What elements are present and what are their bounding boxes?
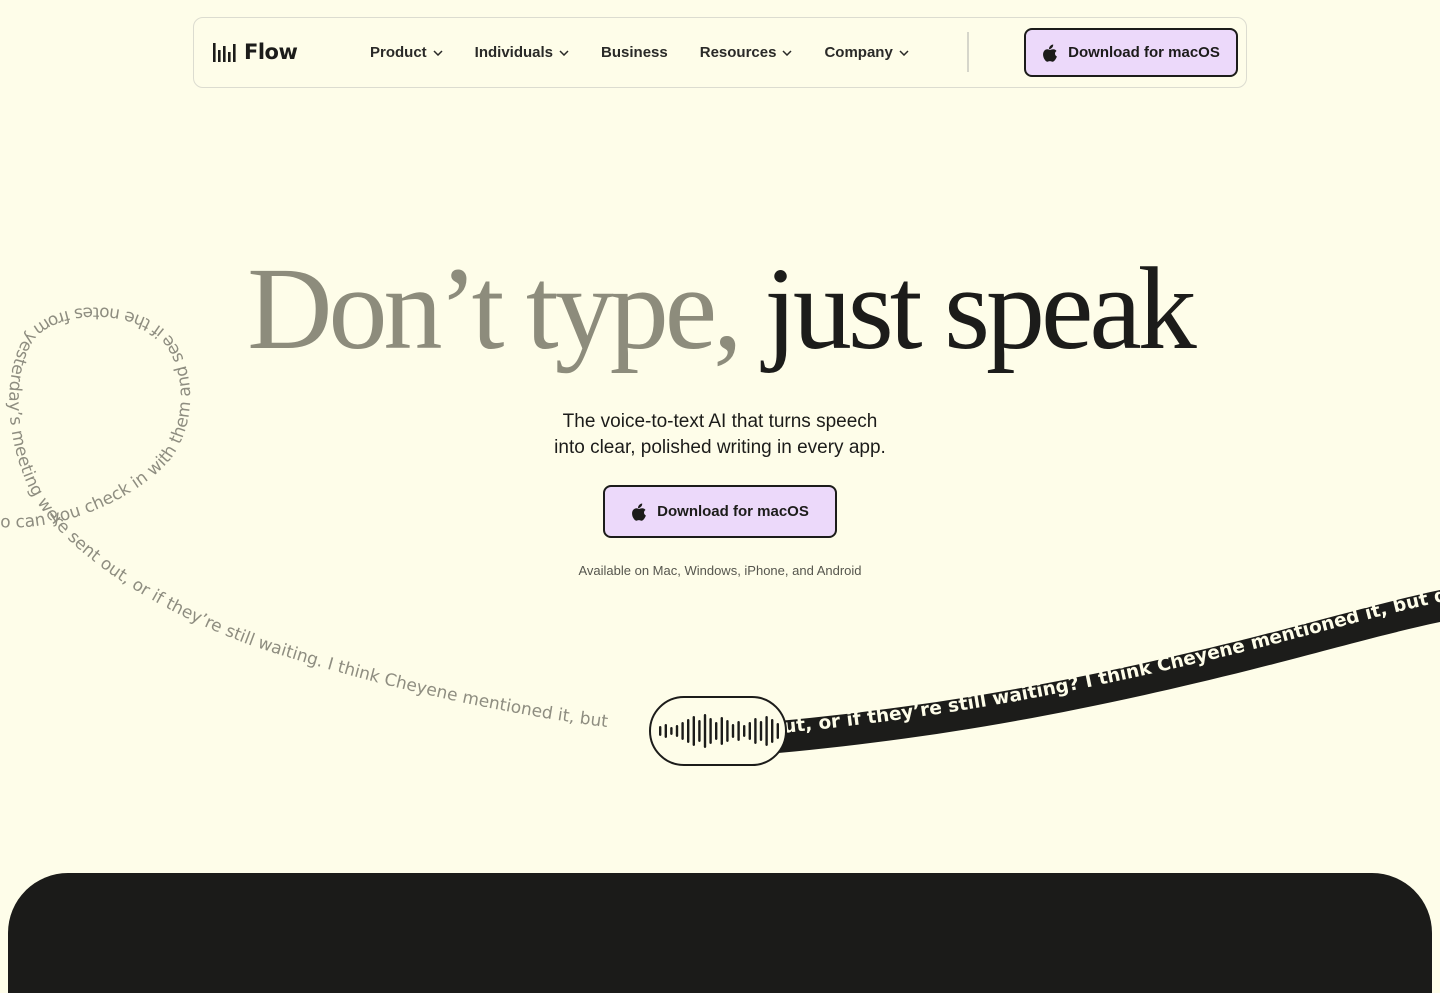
menu-item-label: Resources bbox=[699, 43, 777, 61]
subhead-line-1: The voice-to-text AI that turns speech bbox=[562, 411, 878, 432]
chevron-down-icon bbox=[782, 49, 792, 56]
apple-icon bbox=[632, 503, 647, 521]
menu-item-resources[interactable]: Resources bbox=[700, 44, 793, 61]
chevron-down-icon bbox=[433, 49, 443, 56]
brand-name: Flow bbox=[244, 40, 298, 64]
hero-subheading: The voice-to-text AI that turns speech i… bbox=[520, 409, 920, 461]
headline-muted: Don’t type, bbox=[247, 243, 742, 374]
menu-item-label: Product bbox=[370, 43, 427, 61]
main-menu: Product Individuals Business Resources C… bbox=[370, 18, 941, 86]
nav-divider bbox=[967, 32, 969, 72]
waveform-icon bbox=[659, 714, 779, 748]
menu-item-label: Business bbox=[601, 43, 668, 61]
menu-item-label: Individuals bbox=[474, 43, 554, 61]
nav-download-label: Download for macOS bbox=[1068, 44, 1220, 61]
voice-recorder-pill[interactable] bbox=[649, 696, 787, 766]
chevron-down-icon bbox=[899, 49, 909, 56]
brand-logo[interactable]: Flow bbox=[213, 40, 298, 64]
headline-strong: just speak bbox=[764, 243, 1197, 374]
next-section-panel bbox=[8, 873, 1432, 993]
chevron-down-icon bbox=[559, 49, 569, 56]
apple-icon bbox=[1043, 44, 1058, 62]
nav-download-button[interactable]: Download for macOS bbox=[1024, 28, 1238, 77]
waveform-bars-icon bbox=[213, 43, 236, 62]
menu-item-individuals[interactable]: Individuals bbox=[475, 44, 569, 61]
transcript-band bbox=[720, 590, 1440, 758]
hero-download-label: Download for macOS bbox=[657, 503, 809, 520]
menu-item-product[interactable]: Product bbox=[370, 44, 443, 61]
subhead-line-2: into clear, polished writing in every ap… bbox=[554, 437, 886, 458]
menu-item-company[interactable]: Company bbox=[824, 43, 909, 61]
top-navigation: Flow Product Individuals Business Resour… bbox=[193, 17, 1247, 88]
menu-item-business[interactable]: Business bbox=[601, 44, 668, 61]
hero-headline: Don’t type, just speak bbox=[0, 250, 1440, 368]
menu-item-label: Company bbox=[824, 43, 893, 61]
hero-download-button[interactable]: Download for macOS bbox=[603, 485, 837, 538]
platform-availability: Available on Mac, Windows, iPhone, and A… bbox=[578, 563, 862, 578]
